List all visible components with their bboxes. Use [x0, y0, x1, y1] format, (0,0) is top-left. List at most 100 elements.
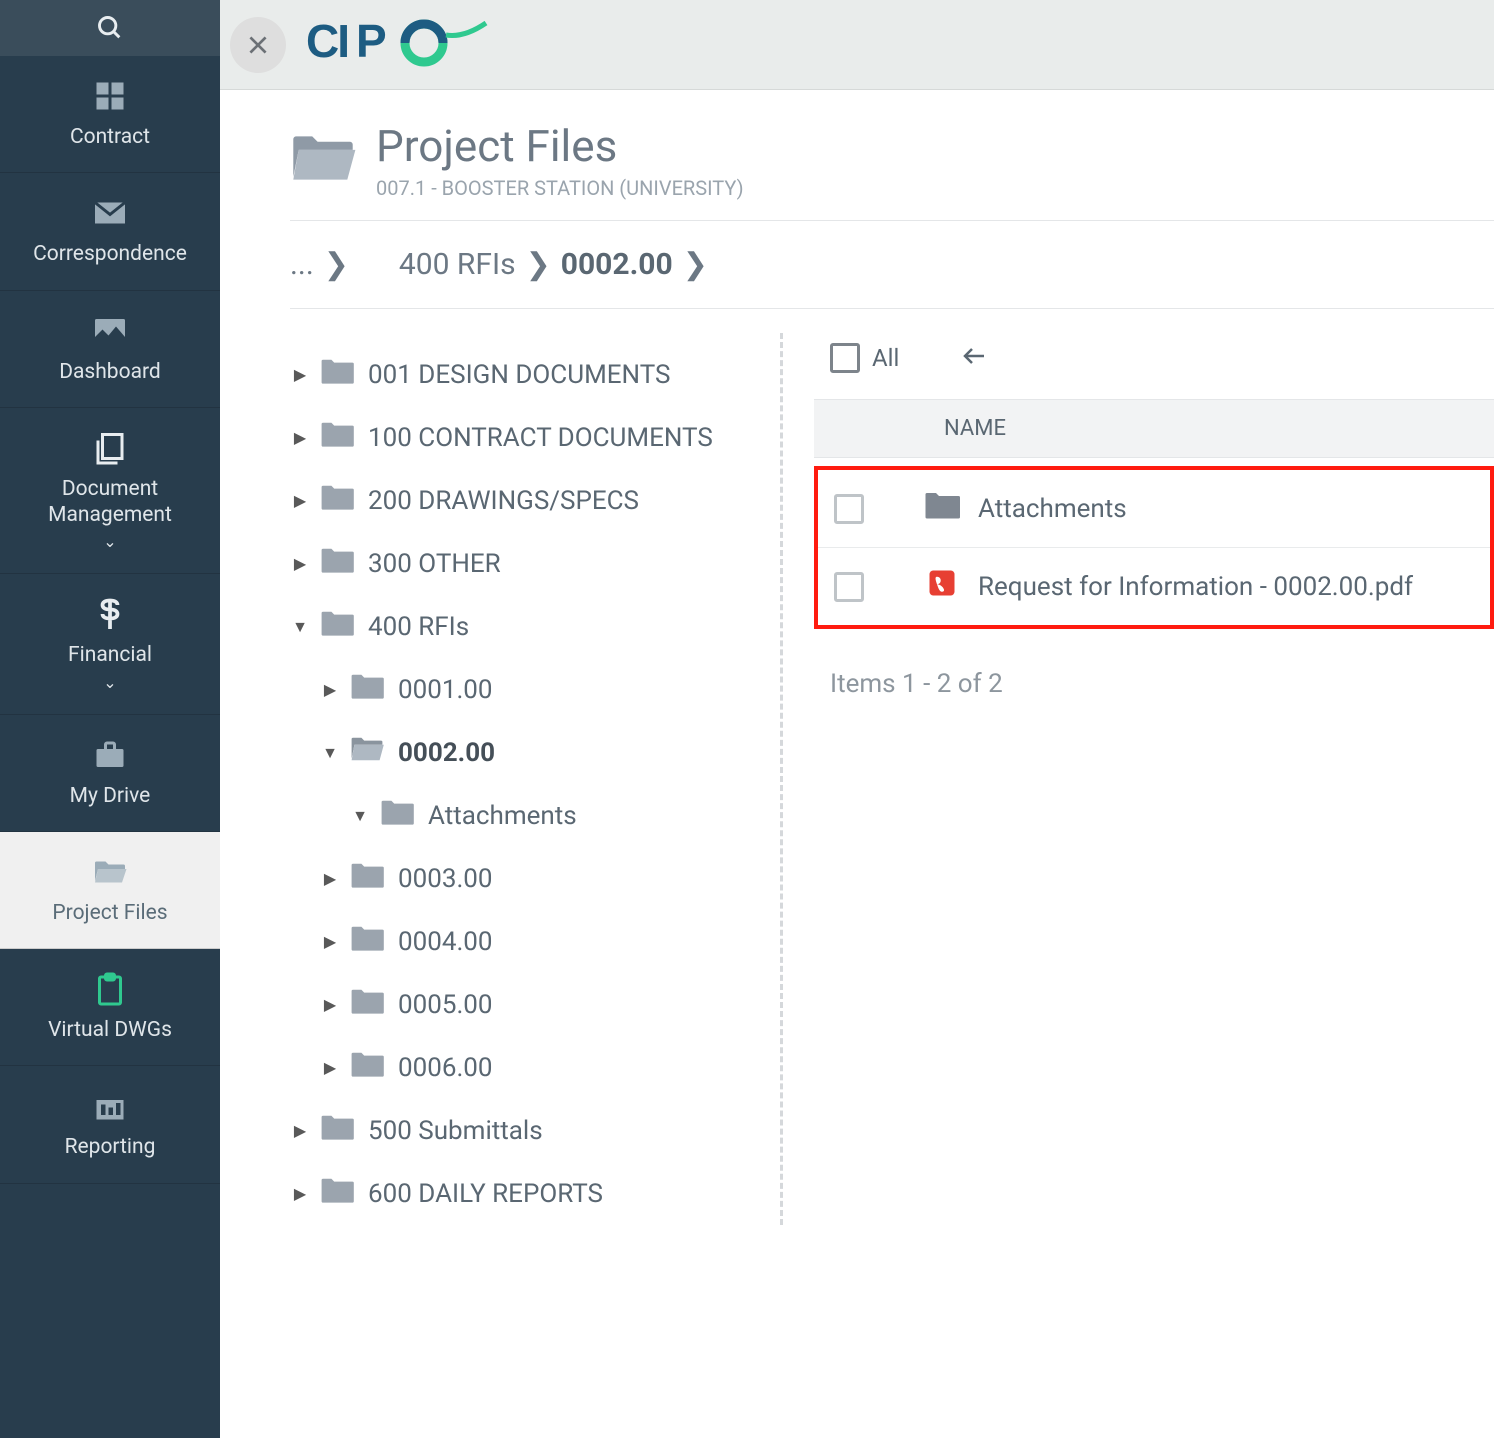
- sidebar-item-label: Virtual DWGs: [48, 1017, 172, 1043]
- caret-right-icon[interactable]: ▶: [290, 554, 310, 573]
- caret-right-icon[interactable]: ▶: [290, 365, 310, 384]
- tree-node[interactable]: ▶ 300 OTHER: [290, 532, 770, 595]
- caret-down-icon[interactable]: ▼: [350, 806, 370, 826]
- tree-node[interactable]: ▶0006.00: [290, 1036, 770, 1099]
- row-checkbox[interactable]: [834, 494, 864, 524]
- sidebar-item-correspondence[interactable]: Correspondence: [0, 173, 220, 290]
- caret-right-icon[interactable]: ▶: [320, 869, 340, 888]
- tree-node-label: 500 Submittals: [368, 1116, 543, 1146]
- sidebar-item-label: Financial: [68, 642, 152, 668]
- tree-node[interactable]: ▶ 0003.00: [290, 847, 770, 910]
- breadcrumb-current[interactable]: 0002.00: [561, 247, 673, 282]
- clipboard-icon: [92, 971, 128, 1007]
- folder-icon: [310, 420, 368, 455]
- tree-node[interactable]: ▼ 0002.00: [290, 721, 770, 784]
- caret-down-icon[interactable]: ▼: [290, 617, 310, 637]
- list-toolbar: All: [814, 333, 1494, 399]
- caret-right-icon[interactable]: ▶: [320, 680, 340, 699]
- sidebar-item-label: Correspondence: [33, 241, 187, 267]
- image-icon: [92, 313, 128, 349]
- folder-icon: [310, 1113, 368, 1148]
- back-button[interactable]: [959, 344, 989, 372]
- sidebar: Contract Correspondence Dashboard Docume…: [0, 0, 220, 1438]
- breadcrumb-ellipsis[interactable]: ...: [290, 247, 314, 282]
- caret-right-icon[interactable]: ▶: [320, 995, 340, 1014]
- folder-icon: [310, 483, 368, 518]
- pdf-icon: [924, 568, 978, 605]
- tree-node[interactable]: ▶ 0001.00: [290, 658, 770, 721]
- pane-divider[interactable]: [780, 333, 784, 1225]
- svg-text:P: P: [356, 15, 387, 67]
- sidebar-item-dashboard[interactable]: Dashboard: [0, 291, 220, 408]
- tree-node-label: 001 DESIGN DOCUMENTS: [368, 360, 670, 390]
- caret-right-icon[interactable]: ▶: [290, 1184, 310, 1203]
- sidebar-item-reporting[interactable]: Reporting: [0, 1066, 220, 1183]
- tree-node[interactable]: ▶0004.00: [290, 910, 770, 973]
- sidebar-item-document-management[interactable]: Document Management ⌄: [0, 408, 220, 575]
- tree-node-label: 0002.00: [398, 738, 495, 768]
- sidebar-item-label: Document Management: [8, 476, 212, 529]
- sidebar-item-contract[interactable]: Contract: [0, 56, 220, 173]
- svg-text:CI: CI: [306, 15, 348, 67]
- tree-node[interactable]: ▼Attachments: [290, 784, 770, 847]
- chevron-down-icon: ⌄: [103, 673, 116, 692]
- cipo-logo: CI P: [306, 15, 496, 75]
- caret-down-icon[interactable]: ▼: [320, 743, 340, 763]
- caret-right-icon[interactable]: ▶: [290, 428, 310, 447]
- tree-node[interactable]: ▶ 200 DRAWINGS/SPECS: [290, 469, 770, 532]
- breadcrumb: ... ❯ 400 RFIs ❯ 0002.00 ❯: [290, 221, 1494, 309]
- sidebar-item-project-files[interactable]: Project Files: [0, 832, 220, 949]
- page-title: Project Files: [376, 120, 744, 172]
- caret-right-icon[interactable]: ▶: [290, 1121, 310, 1140]
- main-area: CI P Project Files 007.1 - BOOSTER STATI…: [220, 0, 1494, 1438]
- caret-right-icon[interactable]: ▶: [290, 491, 310, 510]
- tree-node-label: 0001.00: [398, 675, 493, 705]
- tree-node-label: 300 OTHER: [368, 549, 501, 579]
- tree-node-label: 200 DRAWINGS/SPECS: [368, 486, 639, 516]
- close-button[interactable]: [230, 17, 286, 73]
- list-column-header-name[interactable]: NAME: [814, 399, 1494, 458]
- tree-node[interactable]: ▶ 500 Submittals: [290, 1099, 770, 1162]
- breadcrumb-parent[interactable]: 400 RFIs: [399, 247, 516, 282]
- tree-node-label: 0003.00: [398, 864, 493, 894]
- topbar: CI P: [220, 0, 1494, 90]
- sidebar-item-label: Reporting: [65, 1134, 156, 1160]
- file-name: Attachments: [978, 494, 1127, 524]
- tree-node[interactable]: ▶ 001 DESIGN DOCUMENTS: [290, 343, 770, 406]
- folder-open-icon: [92, 854, 128, 890]
- sidebar-item-label: Project Files: [52, 900, 167, 926]
- folder-icon: [310, 546, 368, 581]
- tree-node[interactable]: ▼ 400 RFIs: [290, 595, 770, 658]
- caret-right-icon[interactable]: ▶: [320, 932, 340, 951]
- chevron-right-icon: ❯: [526, 247, 551, 282]
- row-checkbox[interactable]: [834, 572, 864, 602]
- folder-icon: [340, 924, 398, 959]
- page-header: Project Files 007.1 - BOOSTER STATION (U…: [290, 120, 1494, 221]
- caret-right-icon[interactable]: ▶: [320, 1058, 340, 1077]
- select-all-checkbox[interactable]: [830, 343, 860, 373]
- highlighted-region: Attachments Request for Information - 000…: [814, 466, 1494, 629]
- items-count: Items 1 - 2 of 2: [814, 629, 1494, 699]
- tree-node[interactable]: ▶ 100 CONTRACT DOCUMENTS: [290, 406, 770, 469]
- tree-node[interactable]: ▶ 600 DAILY REPORTS: [290, 1162, 770, 1225]
- report-icon: [92, 1088, 128, 1124]
- folder-icon: [340, 861, 398, 896]
- file-row[interactable]: Request for Information - 0002.00.pdf: [818, 548, 1490, 625]
- sidebar-item-financial[interactable]: Financial ⌄: [0, 574, 220, 714]
- tree-node-label: 100 CONTRACT DOCUMENTS: [368, 423, 713, 453]
- file-row[interactable]: Attachments: [818, 470, 1490, 548]
- folder-tree: ▶ 001 DESIGN DOCUMENTS ▶ 100 CONTRACT DOCUM…: [290, 333, 770, 1225]
- sidebar-item-virtual-dwgs[interactable]: Virtual DWGs: [0, 949, 220, 1066]
- tree-node-label: 400 RFIs: [368, 612, 469, 642]
- folder-icon: [370, 798, 428, 833]
- folder-icon: [340, 735, 398, 770]
- search-icon: [96, 14, 124, 42]
- tree-node-label: 600 DAILY REPORTS: [368, 1179, 603, 1209]
- folder-icon: [340, 1050, 398, 1085]
- sidebar-item-my-drive[interactable]: My Drive: [0, 715, 220, 832]
- tree-node-label: 0005.00: [398, 990, 493, 1020]
- tree-node[interactable]: ▶ 0005.00: [290, 973, 770, 1036]
- file-name: Request for Information - 0002.00.pdf: [978, 572, 1413, 602]
- select-all-label: All: [872, 344, 899, 372]
- sidebar-search[interactable]: [0, 0, 220, 56]
